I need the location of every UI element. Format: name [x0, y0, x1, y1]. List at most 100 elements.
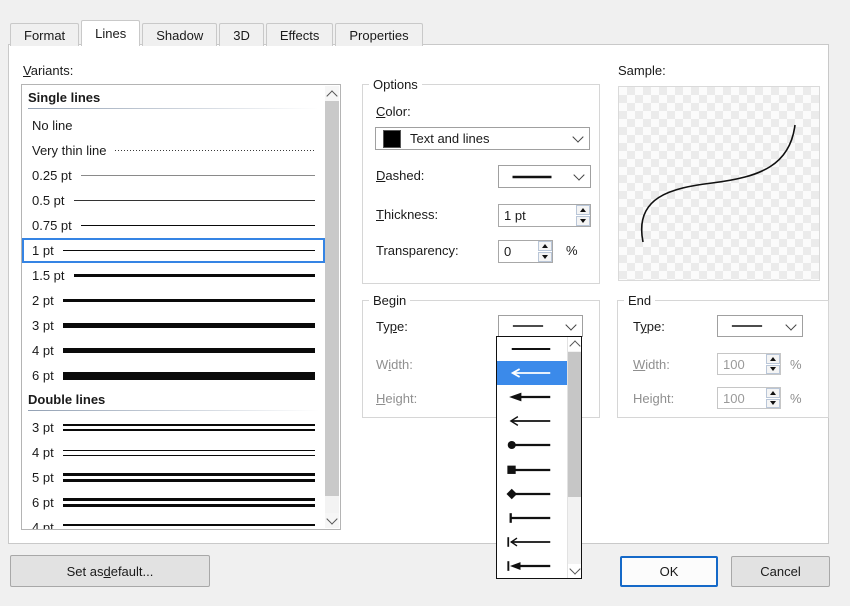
spin-down-button: [766, 399, 780, 409]
scroll-down-button[interactable]: [568, 564, 581, 578]
arrow-style-option-diamond[interactable]: [497, 482, 567, 506]
transparency-value: 0: [499, 241, 538, 262]
cancel-button[interactable]: Cancel: [731, 556, 830, 587]
end-group: End Type: Width: 100 % Height: 100 %: [617, 300, 829, 418]
spin-down-button: [766, 365, 780, 375]
begin-type-combobox[interactable]: [498, 315, 583, 337]
dropdown-scrollbar[interactable]: [567, 337, 581, 578]
scroll-up-button[interactable]: [325, 86, 339, 101]
tab-3d[interactable]: 3D: [219, 23, 264, 46]
tab-format[interactable]: Format: [10, 23, 79, 46]
arrow-style-option-square[interactable]: [497, 457, 567, 481]
set-default-button[interactable]: Set as default...: [10, 555, 210, 587]
arrow-style-option-open-arrow[interactable]: [497, 409, 567, 433]
variants-scrollbar[interactable]: [325, 86, 339, 528]
sample-curve: [619, 87, 819, 280]
variant-row[interactable]: 3 pt: [22, 415, 325, 440]
lines-tab-page: Variants: Single linesNo lineVery thin l…: [8, 44, 829, 544]
line-style-preview: [74, 274, 315, 276]
thickness-value: 1 pt: [499, 205, 576, 226]
line-style-preview: [63, 299, 315, 302]
arrow-style-option-bar-open-arrow[interactable]: [497, 530, 567, 554]
chevron-up-icon: [569, 340, 580, 351]
begin-width-label: Width:: [376, 357, 413, 372]
variant-row[interactable]: 6 pt: [22, 490, 325, 515]
spin-up-button[interactable]: [538, 241, 552, 251]
variant-row[interactable]: 0.75 pt: [22, 213, 325, 238]
begin-type-dropdown-list: [496, 336, 582, 579]
arrow-style-option-bar-filled-arrow[interactable]: [497, 554, 567, 578]
tab-effects[interactable]: Effects: [266, 23, 334, 46]
spinner-down-icon: [770, 401, 776, 405]
chevron-down-icon: [565, 319, 576, 330]
end-width-field: 100: [717, 353, 781, 375]
variant-row[interactable]: 3 pt: [22, 313, 325, 338]
ok-button[interactable]: OK: [620, 556, 718, 587]
arrow-style-option-bar[interactable]: [497, 506, 567, 530]
variants-list-items: Single linesNo lineVery thin line0.25 pt…: [22, 85, 325, 530]
end-height-label: Height:: [633, 391, 674, 406]
variant-row[interactable]: 1.5 pt: [22, 263, 325, 288]
end-width-label: Width:: [633, 357, 670, 372]
spin-up-button[interactable]: [576, 205, 590, 215]
transparency-label: Transparency:: [376, 243, 459, 258]
variant-row[interactable]: 4 pt: [22, 515, 325, 530]
spinner-down-icon: [770, 367, 776, 371]
dashed-combobox[interactable]: [498, 165, 591, 188]
transparency-unit: %: [566, 243, 578, 258]
variants-group-header: Single lines: [22, 86, 325, 113]
spinner-up-icon: [580, 208, 586, 212]
variant-row[interactable]: 5 pt: [22, 465, 325, 490]
arrow-style-option-filled-arrow[interactable]: [497, 385, 567, 409]
scroll-up-button[interactable]: [568, 337, 581, 351]
scroll-down-button[interactable]: [325, 513, 339, 528]
color-label: Color:: [376, 104, 411, 119]
color-swatch: [383, 130, 401, 148]
options-group-title: Options: [369, 77, 422, 92]
variant-row[interactable]: 0.25 pt: [22, 163, 325, 188]
line-style-preview: [63, 450, 315, 456]
scrollbar-thumb[interactable]: [325, 101, 339, 496]
line-style-preview: [63, 424, 315, 431]
line-style-preview: [63, 498, 315, 508]
tab-bar: FormatLinesShadow3DEffectsProperties: [10, 20, 425, 46]
arrow-style-option-plain-line[interactable]: [497, 337, 567, 361]
arrow-style-option-circle[interactable]: [497, 433, 567, 457]
arrow-style-option-arrow[interactable]: [497, 361, 567, 385]
options-group: Options Color: Text and lines Dashed: Th…: [362, 84, 600, 284]
chevron-down-icon: [326, 513, 337, 524]
sample-box: [618, 86, 820, 281]
line-style-preview: [115, 150, 315, 151]
spin-down-button[interactable]: [538, 252, 552, 262]
variants-list[interactable]: Single linesNo lineVery thin line0.25 pt…: [21, 84, 341, 530]
variant-row[interactable]: 0.5 pt: [22, 188, 325, 213]
variant-row[interactable]: 6 pt: [22, 363, 325, 388]
end-type-combobox[interactable]: [717, 315, 803, 337]
begin-type-label: Type:: [376, 319, 408, 334]
begin-height-label: Height:: [376, 391, 417, 406]
line-style-preview: [63, 323, 315, 328]
end-width-value: 100: [718, 354, 766, 374]
variant-row[interactable]: Very thin line: [22, 138, 325, 163]
end-height-field: 100: [717, 387, 781, 409]
color-combobox[interactable]: Text and lines: [375, 127, 590, 150]
line-style-preview: [81, 225, 315, 227]
transparency-field[interactable]: 0: [498, 240, 553, 263]
variants-label: Variants:: [23, 63, 73, 78]
tab-shadow[interactable]: Shadow: [142, 23, 217, 46]
variant-row[interactable]: No line: [22, 113, 325, 138]
line-style-preview: [63, 372, 315, 380]
spin-up-button: [766, 354, 780, 364]
tab-lines[interactable]: Lines: [81, 20, 140, 46]
scrollbar-thumb[interactable]: [568, 352, 581, 497]
variant-row[interactable]: 4 pt: [22, 338, 325, 363]
end-type-label: Type:: [633, 319, 665, 334]
spin-down-button[interactable]: [576, 216, 590, 226]
variant-row[interactable]: 2 pt: [22, 288, 325, 313]
thickness-field[interactable]: 1 pt: [498, 204, 591, 227]
tab-properties[interactable]: Properties: [335, 23, 422, 46]
variant-row[interactable]: 4 pt: [22, 440, 325, 465]
spinner-up-icon: [770, 357, 776, 361]
variant-row[interactable]: 1 pt: [22, 238, 325, 263]
line-style-preview: [63, 524, 315, 530]
